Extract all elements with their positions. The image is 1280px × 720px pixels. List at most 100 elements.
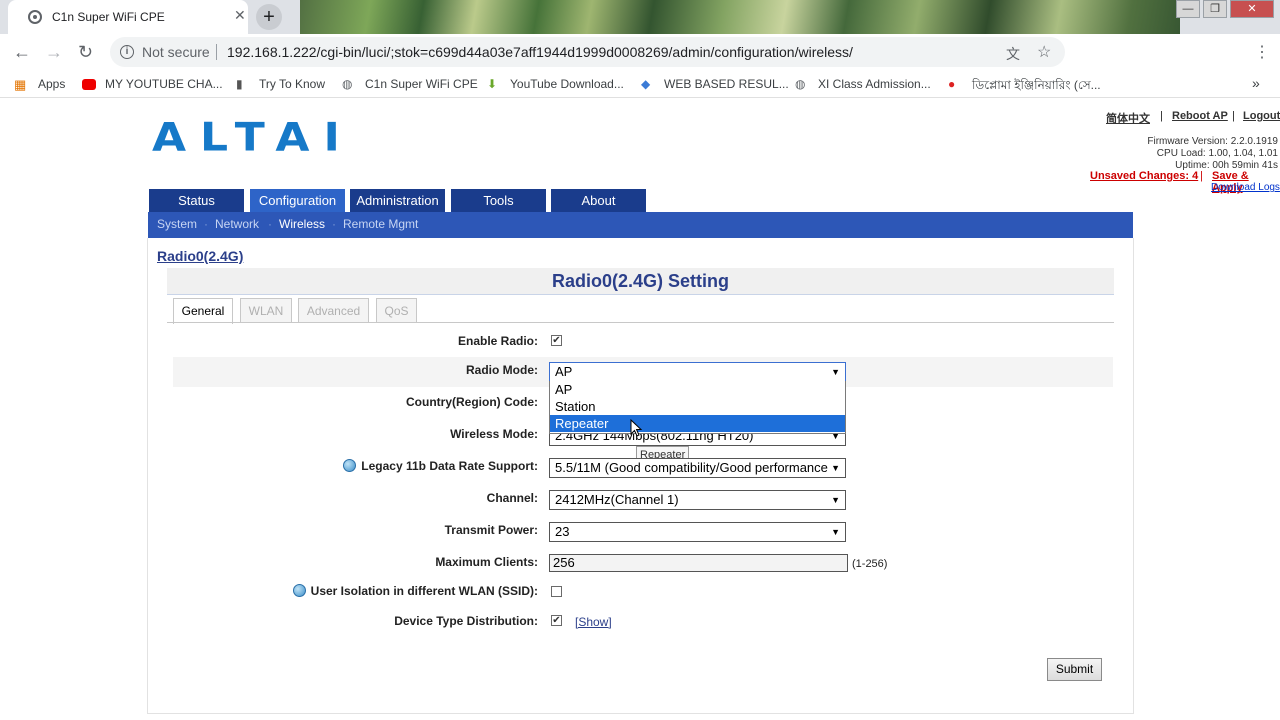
radio-mode-value: AP xyxy=(555,364,573,379)
section-title: Radio0(2.4G) Setting xyxy=(167,268,1114,295)
user-isolation-text: User Isolation in different WLAN (SSID): xyxy=(310,584,538,598)
minimize-window-button[interactable]: — xyxy=(1176,0,1200,18)
max-clients-range: (1-256) xyxy=(852,558,888,570)
bookmark-try-to-know[interactable]: Try To Know xyxy=(259,77,325,91)
radio-mode-dropdown: AP Station Repeater xyxy=(549,381,846,434)
browser-tab[interactable]: C1n Super WiFi CPE ✕ xyxy=(8,0,248,34)
radio-mode-label: Radio Mode: xyxy=(466,363,538,377)
tab-title: C1n Super WiFi CPE xyxy=(52,10,165,24)
tab-configuration[interactable]: Configuration xyxy=(250,189,345,213)
back-arrow-icon[interactable]: ← xyxy=(13,42,31,63)
show-link[interactable]: [Show] xyxy=(575,615,612,629)
browser-toolbar: ← → ↻ i Not secure 192.168.1.222/cgi-bin… xyxy=(0,34,1280,97)
new-tab-button[interactable]: + xyxy=(256,4,282,30)
channel-select[interactable]: 2412MHz(Channel 1) ▼ xyxy=(549,490,846,510)
address-bar[interactable]: i Not secure 192.168.1.222/cgi-bin/luci/… xyxy=(110,37,1065,67)
maximize-window-button[interactable]: ❐ xyxy=(1203,0,1227,18)
submit-button[interactable]: Submit xyxy=(1047,658,1102,681)
tab-about[interactable]: About xyxy=(551,189,646,213)
bookmark-web-result[interactable]: WEB BASED RESUL... xyxy=(664,77,789,91)
subtab-wireless[interactable]: Wireless xyxy=(279,217,325,231)
device-type-checkbox[interactable]: ✔ xyxy=(551,615,562,626)
unsaved-changes-link[interactable]: Unsaved Changes: 4 xyxy=(1090,170,1198,182)
chevron-down-icon: ▼ xyxy=(828,459,840,477)
reboot-ap-link[interactable]: Reboot AP xyxy=(1172,110,1228,122)
subtab-network[interactable]: Network xyxy=(215,217,259,231)
chevron-down-icon: ▼ xyxy=(831,367,840,377)
tab-qos[interactable]: QoS xyxy=(376,298,417,323)
user-isolation-label: User Isolation in different WLAN (SSID): xyxy=(292,584,538,598)
forward-arrow-icon[interactable]: → xyxy=(45,42,63,63)
radio-mode-select[interactable]: AP ▼ xyxy=(549,362,846,382)
device-type-label: Device Type Distribution: xyxy=(394,614,538,628)
logout-link[interactable]: Logout xyxy=(1243,110,1280,122)
youtube-icon xyxy=(82,79,96,90)
tab-status[interactable]: Status xyxy=(149,189,244,213)
bookmark-youtube-channel[interactable]: MY YOUTUBE CHA... xyxy=(105,77,223,91)
close-tab-icon[interactable]: ✕ xyxy=(234,7,246,24)
subtab-system[interactable]: System xyxy=(157,217,197,231)
channel-label: Channel: xyxy=(486,491,538,505)
help-icon[interactable] xyxy=(292,584,306,597)
option-repeater[interactable]: Repeater xyxy=(550,415,845,432)
transmit-power-select[interactable]: 23 ▼ xyxy=(549,522,846,542)
help-icon[interactable] xyxy=(343,459,357,472)
tabstrip-background xyxy=(300,0,1180,34)
bookmark-favicon: ▮ xyxy=(236,77,243,91)
translate-icon[interactable]: 文 xyxy=(1006,44,1020,64)
seal-icon: ● xyxy=(948,77,956,91)
transmit-power-value: 23 xyxy=(555,524,570,539)
country-code-label: Country(Region) Code: xyxy=(406,395,538,409)
link-separator: | xyxy=(1200,170,1203,182)
globe-icon xyxy=(28,10,42,24)
chevron-down-icon: ▼ xyxy=(831,495,840,505)
firmware-version: Firmware Version: 2.2.0.1919 xyxy=(1147,136,1278,147)
option-station[interactable]: Station xyxy=(550,398,845,415)
bookmark-apps[interactable]: Apps xyxy=(38,77,65,91)
enable-radio-label: Enable Radio: xyxy=(457,334,538,348)
browser-tabstrip: C1n Super WiFi CPE ✕ + — ❐ ✕ xyxy=(0,0,1280,34)
wireless-mode-label: Wireless Mode: xyxy=(450,427,538,441)
legacy-11b-value: 5.5/11M (Good compatibility/Good perform… xyxy=(555,460,833,475)
info-icon[interactable]: i xyxy=(120,45,134,59)
omnibox-divider xyxy=(216,44,217,60)
enable-radio-checkbox[interactable]: ✔ xyxy=(551,335,562,346)
subnav-separator: · xyxy=(332,217,336,231)
globe-icon: ◍ xyxy=(795,77,806,91)
tab-general[interactable]: General xyxy=(173,298,233,324)
legacy-11b-label: Legacy 11b Data Rate Support: xyxy=(343,459,538,473)
chinese-language-link[interactable]: 简体中文 xyxy=(1106,110,1150,126)
radio-link[interactable]: Radio0(2.4G) xyxy=(157,248,243,264)
max-clients-input[interactable]: 256 xyxy=(549,554,848,572)
legacy-11b-select[interactable]: 5.5/11M (Good compatibility/Good perform… xyxy=(549,458,846,478)
legacy-11b-text: Legacy 11b Data Rate Support: xyxy=(361,459,538,473)
menu-kebab-icon[interactable]: ⋮ xyxy=(1254,42,1270,62)
close-window-button[interactable]: ✕ xyxy=(1230,0,1274,18)
download-icon: ⬇ xyxy=(487,77,498,91)
option-ap[interactable]: AP xyxy=(550,381,845,398)
url-text[interactable]: 192.168.1.222/cgi-bin/luci/;stok=c699d44… xyxy=(227,44,853,60)
bookmark-diploma[interactable]: ডিপ্লোমা ইঞ্জিনিয়ারিং (সে... xyxy=(972,77,1101,97)
subnav-separator: · xyxy=(268,217,272,231)
tab-advanced[interactable]: Advanced xyxy=(298,298,369,323)
diamond-icon: ◆ xyxy=(641,77,651,91)
tab-administration[interactable]: Administration xyxy=(350,189,445,213)
apps-grid-icon[interactable]: ▦ xyxy=(14,77,26,93)
sub-navigation: System · Network · Wireless · Remote Mgm… xyxy=(148,212,1133,238)
more-bookmarks-icon[interactable]: » xyxy=(1252,75,1260,91)
bookmark-youtube-download[interactable]: YouTube Download... xyxy=(510,77,624,91)
mouse-cursor-icon xyxy=(630,419,643,437)
cpu-load: CPU Load: 1.00, 1.04, 1.01 xyxy=(1156,148,1278,159)
security-status[interactable]: Not secure xyxy=(142,44,210,60)
bookmark-c1n[interactable]: C1n Super WiFi CPE xyxy=(365,77,478,91)
subtab-remote-mgmt[interactable]: Remote Mgmt xyxy=(343,217,418,231)
bookmark-xi-admission[interactable]: XI Class Admission... xyxy=(818,77,931,91)
download-logs-link[interactable]: Download Logs xyxy=(1211,182,1280,193)
altai-logo: ALTAI xyxy=(152,114,354,161)
tab-tools[interactable]: Tools xyxy=(451,189,546,213)
tab-wlan[interactable]: WLAN xyxy=(240,298,292,323)
reload-icon[interactable]: ↻ xyxy=(78,42,93,63)
user-isolation-checkbox[interactable] xyxy=(551,586,562,597)
max-clients-label: Maximum Clients: xyxy=(435,555,538,569)
bookmark-star-icon[interactable]: ☆ xyxy=(1037,42,1051,62)
